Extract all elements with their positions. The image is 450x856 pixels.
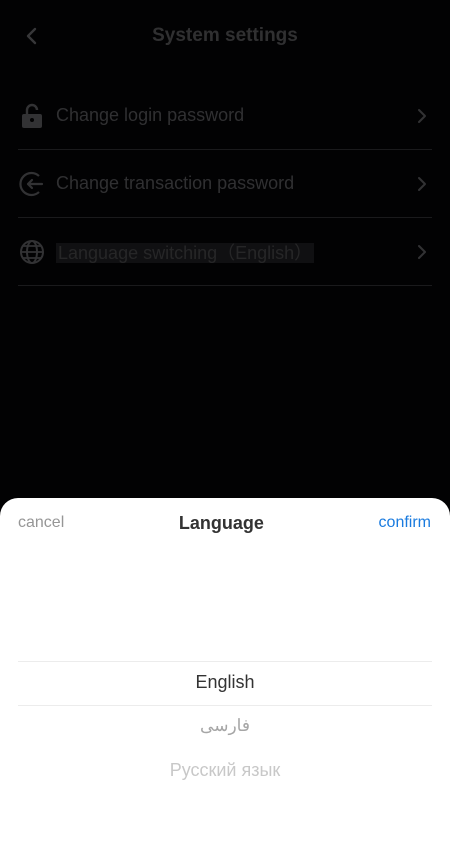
picker-title: Language: [178, 512, 264, 533]
back-button[interactable]: [18, 22, 46, 50]
selection-line-top: [18, 661, 432, 662]
picker-option[interactable]: Русский язык: [0, 760, 450, 781]
language-picker-wheel[interactable]: English فارسی Русский язык: [0, 548, 450, 848]
exit-circle-icon: [18, 170, 46, 198]
chevron-left-icon: [26, 27, 37, 45]
change-transaction-password-item[interactable]: Change transaction password: [18, 150, 432, 218]
settings-item-label: Change login password: [56, 105, 245, 125]
cancel-button[interactable]: cancel: [18, 514, 64, 532]
lock-icon: [18, 102, 46, 130]
header: System settings: [0, 0, 450, 72]
settings-item-label: Change transaction password: [56, 173, 295, 193]
settings-list: Change login password Change transaction…: [0, 82, 450, 286]
language-switching-item[interactable]: Language switching（English）: [18, 218, 432, 286]
settings-item-label: Language switching（English）: [56, 239, 412, 265]
language-label-highlight: Language switching（English）: [56, 242, 315, 263]
page-title: System settings: [152, 25, 298, 46]
selection-line-bottom: [18, 705, 432, 706]
chevron-right-icon: [412, 174, 432, 194]
picker-option[interactable]: فارسی: [0, 716, 450, 736]
picker-option[interactable]: English: [0, 672, 450, 693]
picker-toolbar: cancel Language confirm: [0, 498, 450, 548]
language-picker-sheet: cancel Language confirm English فارسی Ру…: [0, 498, 450, 856]
chevron-right-icon: [412, 242, 432, 262]
globe-icon: [18, 238, 46, 266]
change-login-password-item[interactable]: Change login password: [18, 82, 432, 150]
confirm-button[interactable]: confirm: [379, 514, 431, 532]
chevron-right-icon: [412, 106, 432, 126]
